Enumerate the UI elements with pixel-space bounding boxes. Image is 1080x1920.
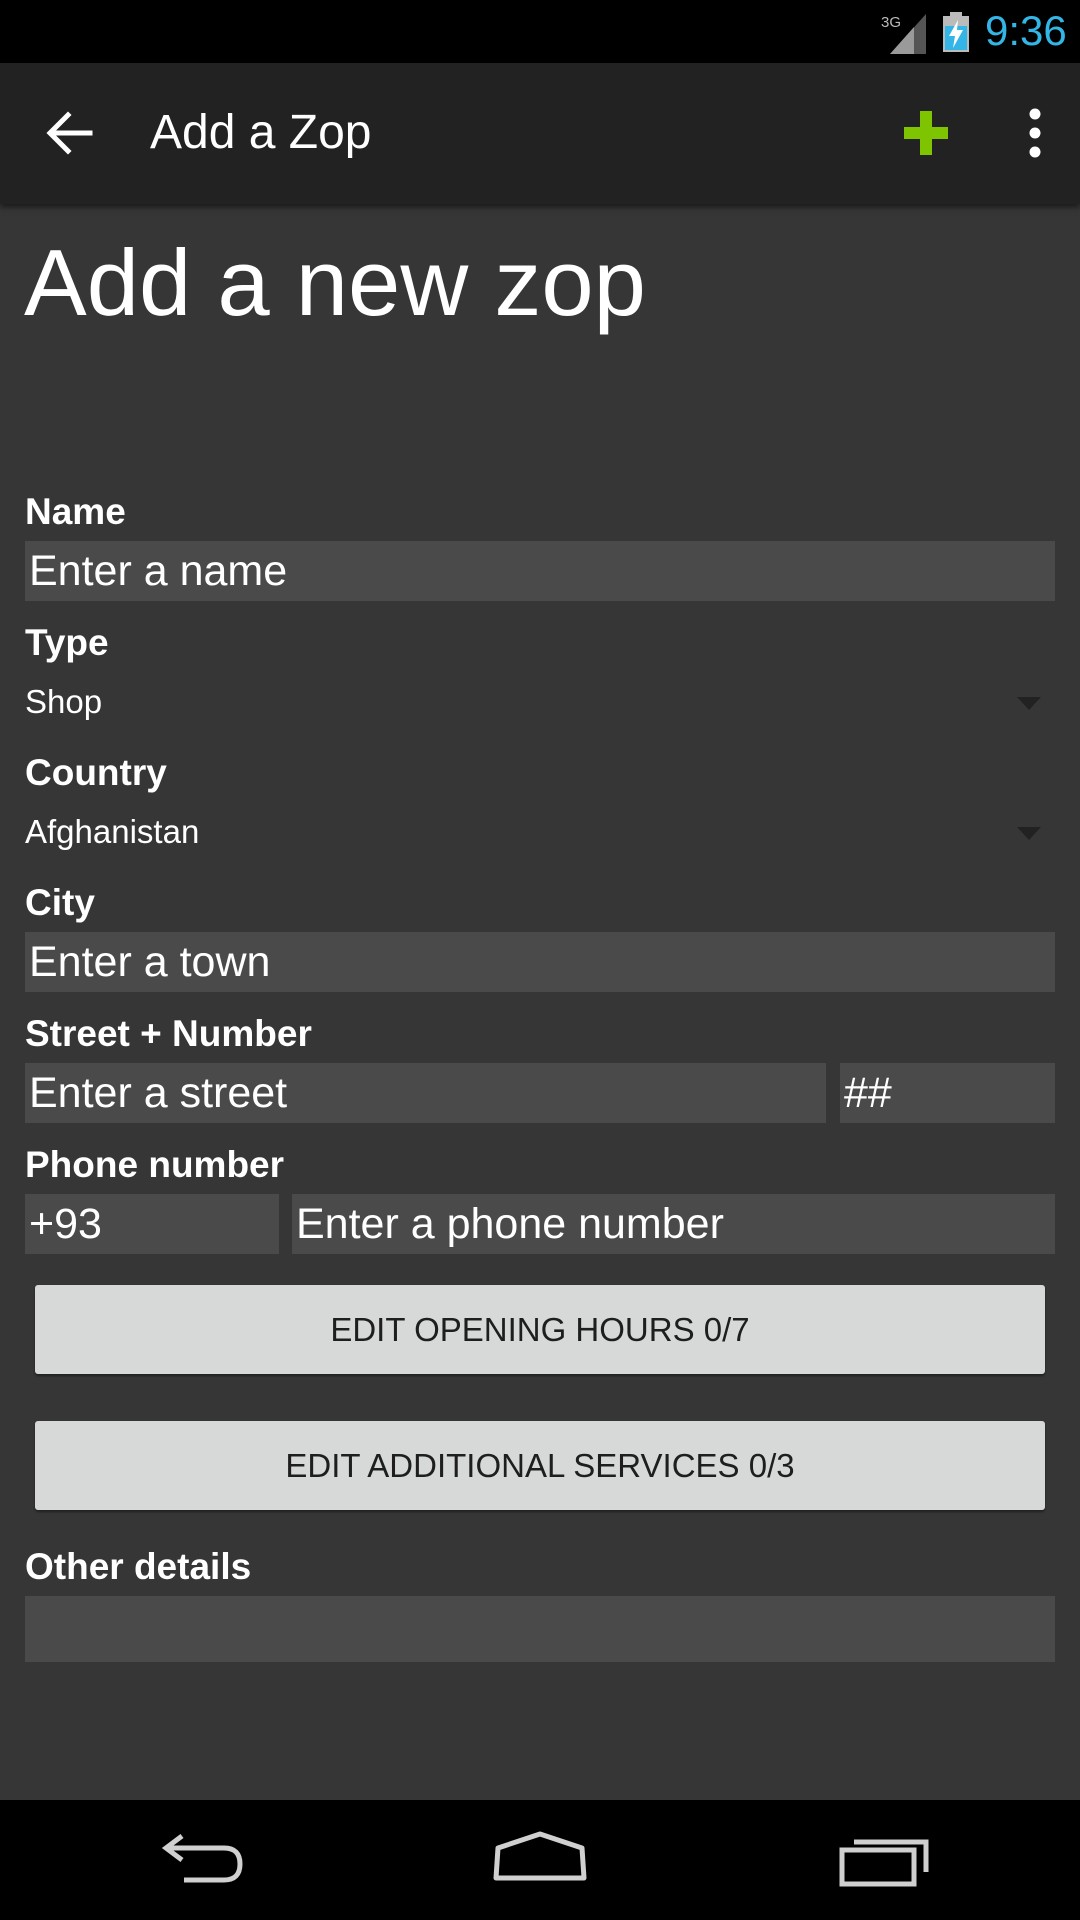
edit-additional-services-button[interactable]: EDIT ADDITIONAL SERVICES 0/3 <box>35 1421 1045 1510</box>
arrow-back-icon[interactable] <box>30 93 110 173</box>
city-field[interactable]: Enter a town <box>25 932 1055 992</box>
type-label: Type <box>25 622 109 663</box>
type-spinner[interactable]: Shop <box>25 672 1055 732</box>
name-label: Name <box>25 491 126 532</box>
more-vertical-icon[interactable] <box>1000 93 1070 173</box>
nav-home-icon[interactable] <box>480 1820 600 1900</box>
country-label: Country <box>25 752 167 793</box>
nav-recents-icon[interactable] <box>822 1820 942 1900</box>
battery-charging-icon <box>943 12 969 52</box>
edit-opening-hours-button[interactable]: EDIT OPENING HOURS 0/7 <box>35 1285 1045 1374</box>
country-spinner[interactable]: Afghanistan <box>25 802 1055 862</box>
nav-back-icon[interactable] <box>140 1820 260 1900</box>
network-type-label: 3G <box>881 14 901 31</box>
street-number-field[interactable]: ## <box>840 1063 1055 1123</box>
street-label: Street + Number <box>25 1013 312 1054</box>
phone-number-field[interactable]: Enter a phone number <box>292 1194 1055 1254</box>
status-bar: 3G 9:36 <box>0 0 1080 63</box>
city-label: City <box>25 882 95 923</box>
status-time: 9:36 <box>985 7 1067 54</box>
dropdown-arrow-icon <box>1017 697 1041 710</box>
action-bar: Add a Zop <box>0 63 1080 204</box>
street-field[interactable]: Enter a street <box>25 1063 826 1123</box>
phone-prefix-field[interactable]: +93 <box>25 1194 279 1254</box>
page-heading: Add a new zop <box>24 230 646 335</box>
plus-icon[interactable] <box>886 93 966 173</box>
phone-label: Phone number <box>25 1144 285 1185</box>
dropdown-arrow-icon <box>1017 827 1041 840</box>
signal-3g-icon: 3G <box>881 14 926 54</box>
country-value: Afghanistan <box>25 813 200 850</box>
navigation-bar <box>0 1800 1080 1920</box>
other-details-label: Other details <box>25 1546 252 1587</box>
type-value: Shop <box>25 683 103 720</box>
name-field[interactable]: Enter a name <box>25 541 1055 601</box>
action-bar-title: Add a Zop <box>150 106 372 159</box>
screen: 3G 9:36 Add a Zop Add a new zop Name Ent… <box>0 0 1080 1920</box>
other-details-field[interactable] <box>25 1596 1055 1662</box>
